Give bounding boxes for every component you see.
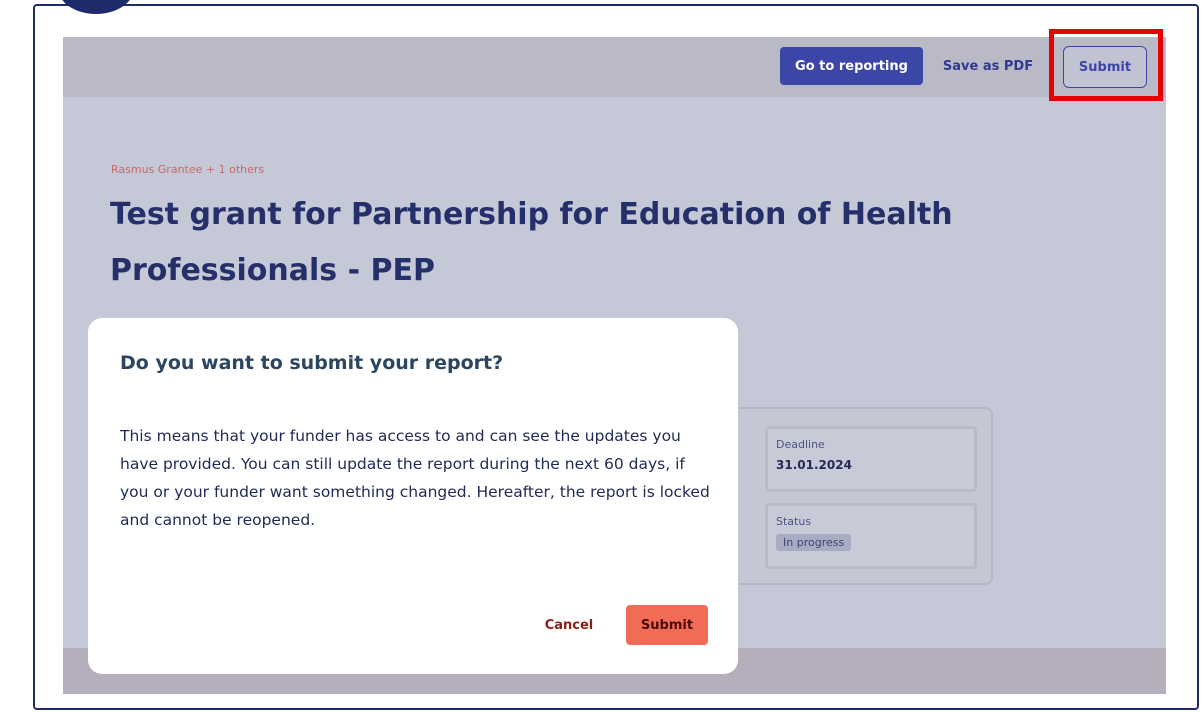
status-card: Status In progress [765,503,977,569]
dialog-message: This means that your funder has access t… [120,427,710,529]
top-toolbar: Go to reporting Save as PDF Submit [63,37,1166,97]
dialog-submit-button[interactable]: Submit [626,605,708,645]
dialog-cancel-button[interactable]: Cancel [526,605,612,645]
deadline-label: Deadline [776,438,825,451]
go-to-reporting-button[interactable]: Go to reporting [780,47,923,85]
status-label: Status [776,515,812,528]
submit-button[interactable]: Submit [1063,46,1147,88]
grant-owner: Rasmus Grantee + 1 others [111,163,265,176]
screenshot-frame: Go to reporting Save as PDF Submit Rasmu… [0,0,1203,712]
deadline-card: Deadline 31.01.2024 [765,426,977,492]
corner-logo [58,0,134,14]
submit-confirmation-dialog: Do you want to submit your report? This … [88,318,738,674]
deadline-value: 31.01.2024 [776,458,852,472]
status-badge: In progress [776,534,852,551]
dialog-title: Do you want to submit your report? [120,352,504,374]
page-title: Test grant for Partnership for Education… [110,197,953,288]
save-as-pdf-link[interactable]: Save as PDF [938,47,1038,85]
